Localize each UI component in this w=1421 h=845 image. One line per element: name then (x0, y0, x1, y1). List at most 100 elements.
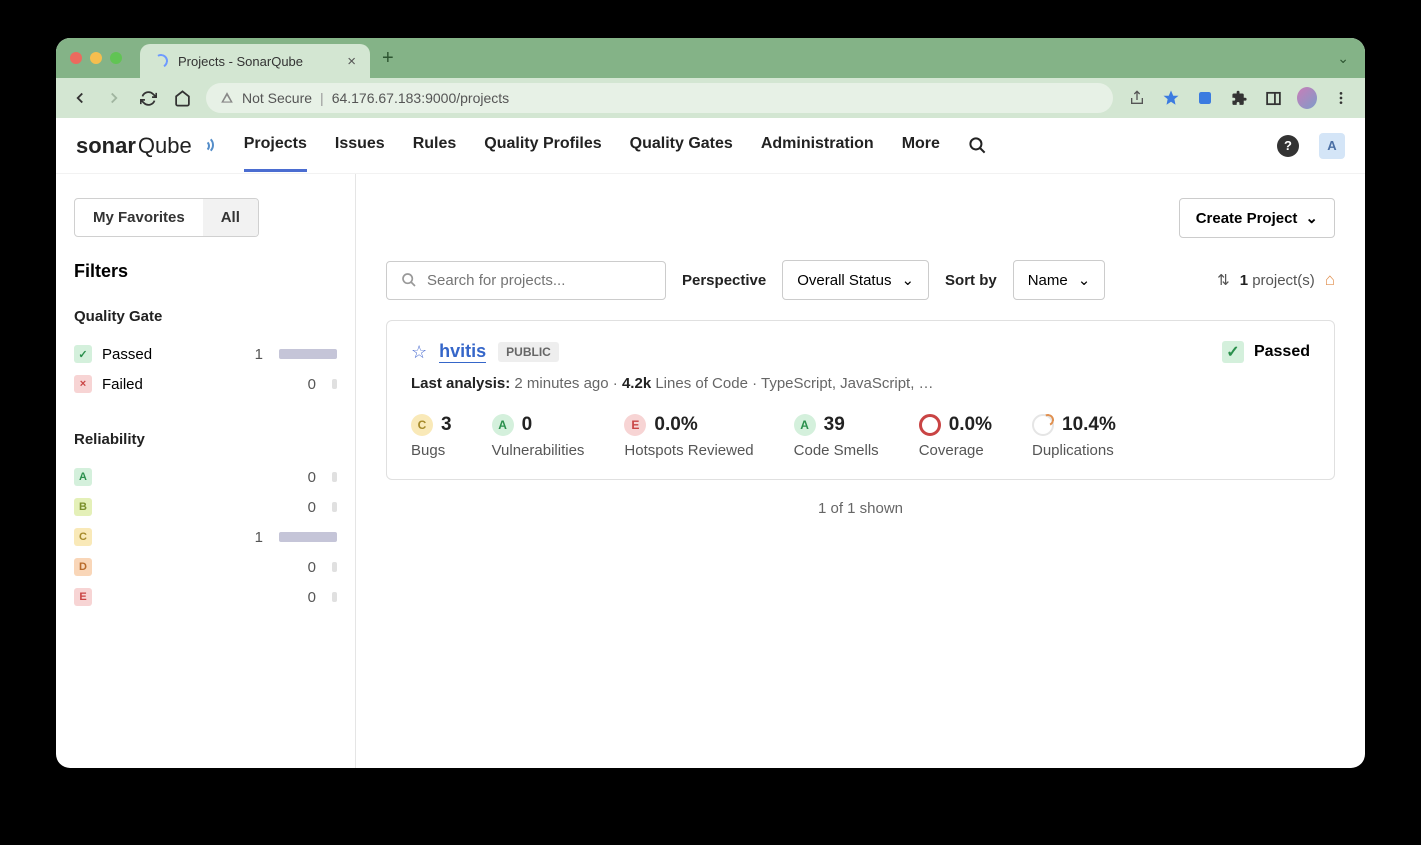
smells-rating-icon: A (794, 414, 816, 436)
reload-button[interactable] (138, 88, 158, 108)
logo-bold: sonar (76, 133, 136, 159)
reliability-a-count: 0 (308, 469, 316, 486)
filter-passed-label: Passed (102, 346, 152, 363)
filter-reliability-d[interactable]: D 0 (74, 552, 337, 582)
profile-avatar[interactable] (1297, 88, 1317, 108)
url-text: 64.176.67.183:9000/projects (332, 90, 509, 106)
duplications-ring-icon (1032, 414, 1054, 436)
check-icon: ✓ (74, 345, 92, 363)
share-icon[interactable] (1127, 88, 1147, 108)
bookmark-star-icon[interactable] (1161, 88, 1181, 108)
perspective-select[interactable]: Overall Status ⌄ (782, 260, 929, 300)
metric-coverage[interactable]: 0.0% Coverage (919, 414, 992, 459)
filter-reliability-b[interactable]: B 0 (74, 492, 337, 522)
nav-administration[interactable]: Administration (761, 119, 874, 172)
maximize-window-icon[interactable] (110, 52, 122, 64)
filter-reliability-c[interactable]: C 1 (74, 522, 337, 552)
create-row: Create Project ⌄ (386, 198, 1335, 238)
tab-all[interactable]: All (203, 199, 258, 236)
user-menu[interactable]: A (1319, 133, 1345, 159)
create-project-button[interactable]: Create Project ⌄ (1179, 198, 1335, 238)
browser-menu-icon[interactable] (1331, 88, 1351, 108)
metric-code-smells[interactable]: A39 Code Smells (794, 414, 879, 459)
coverage-value: 0.0% (949, 414, 992, 436)
reliability-a-bar (332, 472, 337, 482)
metric-bugs[interactable]: C3 Bugs (411, 414, 452, 459)
help-icon[interactable]: ? (1277, 135, 1299, 157)
filter-reliability-a[interactable]: A 0 (74, 462, 337, 492)
filter-failed-bar (332, 379, 337, 389)
nav-quality-gates[interactable]: Quality Gates (630, 119, 733, 172)
nav-more[interactable]: More (902, 119, 940, 172)
extension-shield-icon[interactable] (1195, 88, 1215, 108)
tabs-overflow-icon[interactable]: ⌄ (1337, 50, 1349, 67)
new-tab-button[interactable]: + (382, 47, 394, 70)
favorite-star-icon[interactable]: ☆ (411, 342, 427, 363)
reliability-e-bar (332, 592, 337, 602)
results-shown: 1 of 1 shown (386, 500, 1335, 517)
metric-duplications[interactable]: 10.4% Duplications (1032, 414, 1116, 459)
reliability-e-count: 0 (308, 589, 316, 606)
sortby-label: Sort by (945, 272, 997, 289)
tab-my-favorites[interactable]: My Favorites (75, 199, 203, 236)
filter-failed-count: 0 (308, 376, 316, 393)
project-name-link[interactable]: hvitis (439, 341, 486, 363)
tab-title: Projects - SonarQube (178, 54, 303, 69)
rating-a-icon: A (74, 468, 92, 486)
filter-failed[interactable]: × Failed 0 (74, 369, 337, 399)
minimize-window-icon[interactable] (90, 52, 102, 64)
search-input[interactable] (427, 272, 651, 289)
nav-rules[interactable]: Rules (413, 119, 457, 172)
filter-reliability: Reliability A 0 B 0 C 1 D (74, 431, 337, 612)
passed-label: Passed (1254, 343, 1310, 361)
not-secure-label: Not Secure (242, 90, 312, 106)
sortby-select[interactable]: Name ⌄ (1013, 260, 1106, 300)
search-box[interactable] (386, 261, 666, 300)
app-body: My Favorites All Filters Quality Gate ✓ … (56, 174, 1365, 768)
browser-tab[interactable]: Projects - SonarQube × (140, 44, 370, 78)
nav-projects[interactable]: Projects (244, 119, 307, 172)
home-icon[interactable]: ⌂ (1325, 270, 1335, 290)
chevron-down-icon: ⌄ (1078, 271, 1091, 289)
project-count-txt: project(s) (1252, 272, 1315, 289)
nav-quality-profiles[interactable]: Quality Profiles (484, 119, 601, 172)
sort-direction-icon[interactable]: ⇅ (1217, 271, 1230, 289)
home-button[interactable] (172, 88, 192, 108)
project-card: ☆ hvitis PUBLIC ✓ Passed Last analysis: … (386, 320, 1335, 480)
close-window-icon[interactable] (70, 52, 82, 64)
quality-gate-status: ✓ Passed (1222, 341, 1310, 363)
project-metrics: C3 Bugs A0 Vulnerabilities E 0.0% Hotspot… (411, 414, 1310, 459)
meta-loc-txt: Lines of Code (655, 375, 748, 392)
meta-langs: TypeScript, JavaScript, … (761, 375, 934, 392)
bugs-label: Bugs (411, 442, 452, 459)
search-icon (401, 272, 417, 288)
forward-button[interactable] (104, 88, 124, 108)
metric-vulnerabilities[interactable]: A0 Vulnerabilities (492, 414, 585, 459)
panel-icon[interactable] (1263, 88, 1283, 108)
url-field[interactable]: Not Secure | 64.176.67.183:9000/projects (206, 83, 1113, 113)
bugs-value: 3 (441, 414, 452, 436)
hotspots-rating-icon: E (624, 414, 646, 436)
window-controls (70, 52, 122, 64)
sonarqube-logo[interactable]: sonarQube (76, 133, 216, 159)
filter-reliability-e[interactable]: E 0 (74, 582, 337, 612)
rating-b-icon: B (74, 498, 92, 516)
vuln-rating-icon: A (492, 414, 514, 436)
logo-wave-icon (196, 136, 216, 156)
extensions-puzzle-icon[interactable] (1229, 88, 1249, 108)
nav-issues[interactable]: Issues (335, 119, 385, 172)
hotspots-value: 0.0% (654, 414, 697, 436)
metric-hotspots[interactable]: E 0.0% Hotspots Reviewed (624, 414, 753, 459)
filters-title: Filters (74, 261, 337, 282)
create-project-label: Create Project (1196, 210, 1298, 227)
vuln-value: 0 (522, 414, 533, 436)
back-button[interactable] (70, 88, 90, 108)
hotspots-label: Hotspots Reviewed (624, 442, 753, 459)
close-tab-icon[interactable]: × (347, 53, 356, 70)
chevron-down-icon: ⌄ (901, 271, 914, 289)
project-count: ⇅ 1 project(s) ⌂ (1217, 270, 1335, 290)
filter-passed[interactable]: ✓ Passed 1 (74, 339, 337, 369)
sidebar: My Favorites All Filters Quality Gate ✓ … (56, 174, 356, 768)
search-icon[interactable] (968, 136, 987, 155)
header-right: ? A (1277, 133, 1345, 159)
